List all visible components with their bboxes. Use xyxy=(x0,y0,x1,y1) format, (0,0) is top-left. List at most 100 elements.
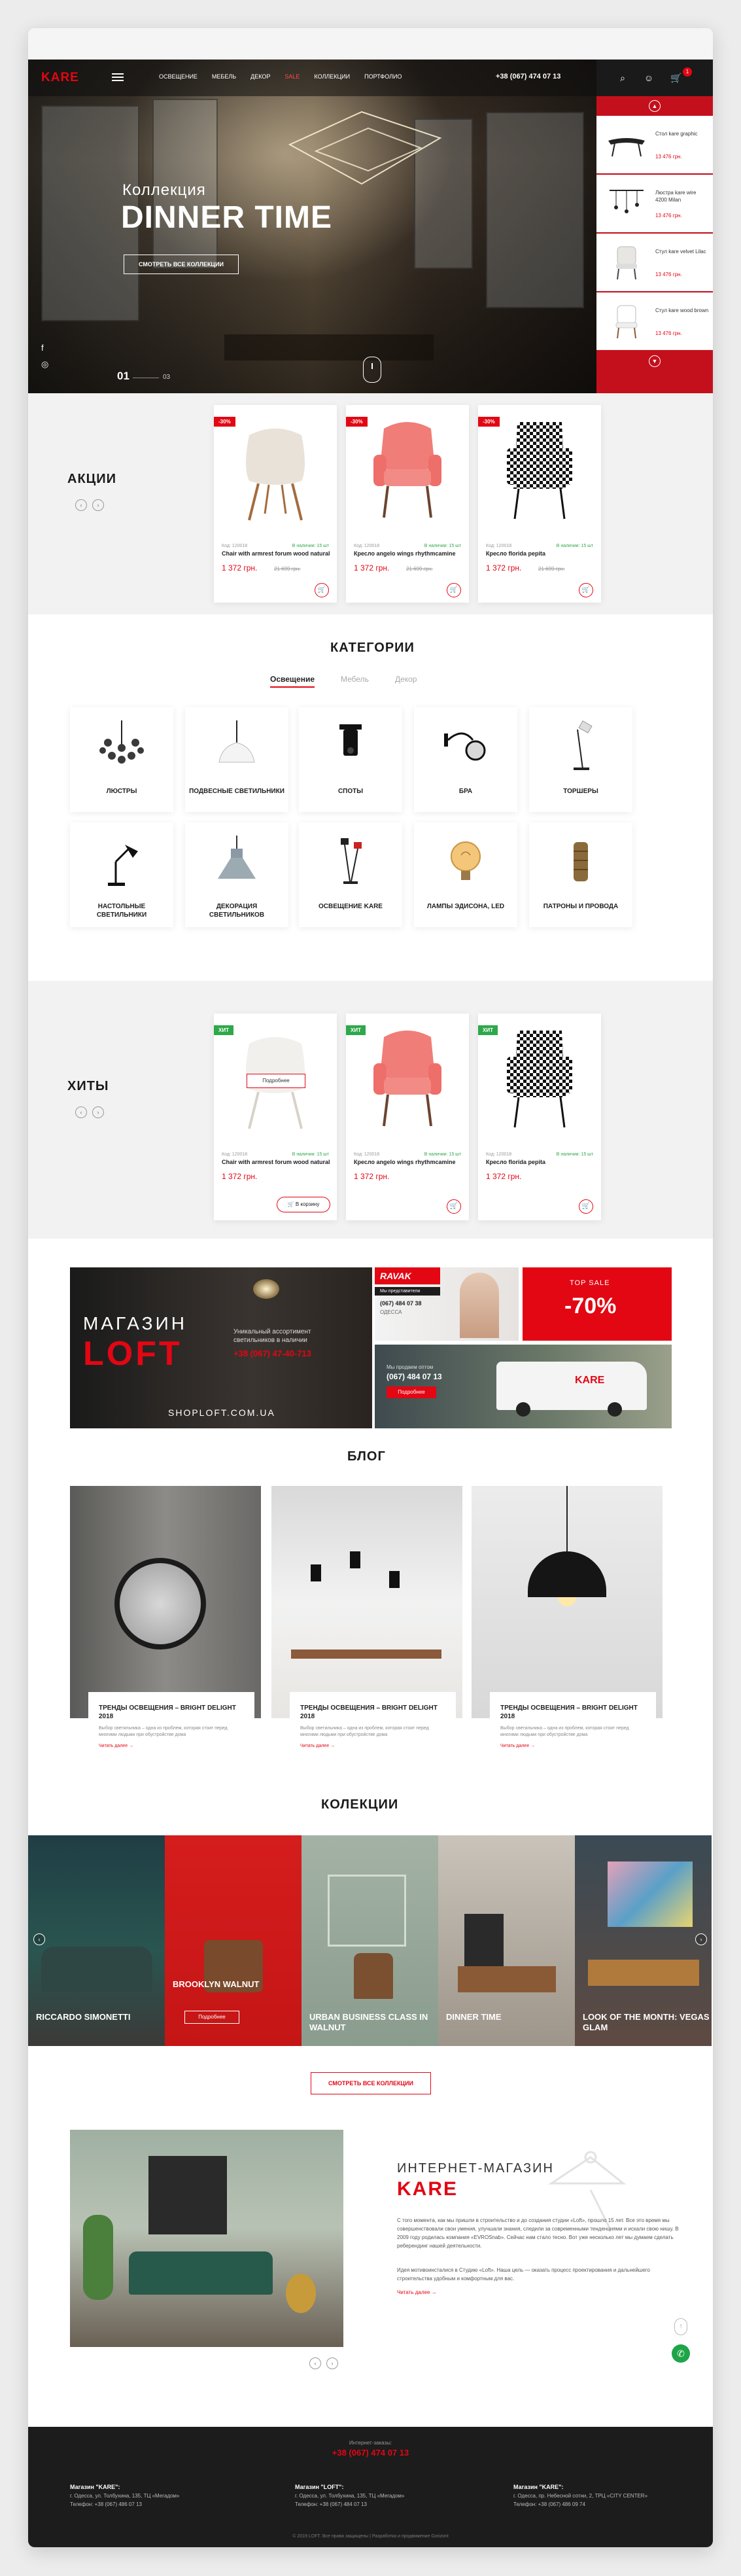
arrow-right-icon: → xyxy=(431,2289,437,2295)
tab-furniture[interactable]: Мебель xyxy=(341,675,369,688)
product-card[interactable]: -30% Код: 120018 В наличии: 15 шт Кресло… xyxy=(346,405,469,603)
top-sale-banner[interactable]: TOP SALE -70% xyxy=(523,1267,672,1341)
collections-next-arrow[interactable]: › xyxy=(695,1933,707,1945)
product-old-price: 21 699 грн. xyxy=(406,566,433,572)
add-to-cart-icon[interactable]: 🛒 xyxy=(579,1199,593,1214)
loft-banner[interactable]: МАГАЗИН LOFT Уникальный ассортимент свет… xyxy=(70,1267,372,1428)
hero-subtitle: Коллекция xyxy=(122,181,206,199)
collections-prev-arrow[interactable]: ‹ xyxy=(33,1933,45,1945)
product-name[interactable]: Chair with armrest forum wood natural xyxy=(222,550,330,557)
hits-next-arrow[interactable]: › xyxy=(92,1106,104,1118)
category-chandeliers[interactable]: Люстры xyxy=(70,707,173,812)
read-more-link[interactable]: Читать далее → xyxy=(500,1744,646,1748)
product-card[interactable]: -30% Код: 120018 В наличии: 15 шт Кресло… xyxy=(478,405,601,603)
about-prev-arrow[interactable]: ‹ xyxy=(309,2357,321,2369)
header-phone[interactable]: +38 (067) 474 07 13 xyxy=(496,73,560,80)
hits-prev-arrow[interactable]: ‹ xyxy=(75,1106,87,1118)
product-name[interactable]: Chair with armrest forum wood natural xyxy=(222,1159,330,1165)
read-more-link[interactable]: Читать далее → xyxy=(300,1744,445,1748)
category-sockets-wires[interactable]: Патроны и провода xyxy=(529,822,632,927)
add-to-cart-icon[interactable]: 🛒 xyxy=(447,583,461,597)
truck-details-button[interactable]: Подробнее xyxy=(387,1386,436,1398)
add-to-cart-icon[interactable]: 🛒 xyxy=(315,583,329,597)
product-name[interactable]: Кресло angelo wings rhythmcamine xyxy=(354,550,456,557)
blog-post-title[interactable]: Тренды освещения – bright delight 2018 xyxy=(300,1704,445,1721)
blog-post-title[interactable]: Тренды освещения – bright delight 2018 xyxy=(500,1704,646,1721)
ravak-banner[interactable]: RAVAK Мы представители (067) 484 07 38 О… xyxy=(375,1267,519,1341)
all-collections-button[interactable]: Смотреть все коллекции xyxy=(311,2072,431,2094)
category-kare-lighting[interactable]: Освещение Kare xyxy=(299,822,402,927)
hero-collections-button[interactable]: Смотреть все коллекции xyxy=(124,255,239,274)
collection-item[interactable]: Brooklyn Walnut Подробнее xyxy=(165,1835,302,2046)
category-table-lamps[interactable]: Настольные светильники xyxy=(70,822,173,927)
product-card[interactable]: -30% Код: 120018 В наличии: 15 шт Chair … xyxy=(214,405,337,603)
instagram-icon[interactable]: ◎ xyxy=(41,359,48,370)
hits-section: Хиты ‹ › ХИТ Подробнее Код: 120018 В нал… xyxy=(28,981,713,1239)
nav-collections[interactable]: Коллекции xyxy=(314,73,350,80)
scroll-down-icon[interactable] xyxy=(363,357,381,383)
side-prev-arrow[interactable]: ▲ xyxy=(649,100,661,112)
side-next-arrow[interactable]: ▼ xyxy=(649,355,661,367)
about-next-arrow[interactable]: › xyxy=(326,2357,338,2369)
category-label: Подвесные светильники xyxy=(189,788,284,795)
logo[interactable]: KARE xyxy=(41,71,79,85)
footer-store-phone[interactable]: Телефон: +38 (067) 486 09 74 xyxy=(513,2500,670,2509)
product-name[interactable]: Кресло florida pepita xyxy=(486,550,545,557)
quick-view-button[interactable]: Подробнее xyxy=(247,1074,305,1088)
menu-icon[interactable] xyxy=(112,73,124,81)
blog-post[interactable]: Тренды освещения – bright delight 2018 Вы… xyxy=(70,1486,261,1758)
product-card[interactable]: ХИТ Код: 120018 В наличии: 15 шт Кресло … xyxy=(478,1014,601,1220)
cart-icon[interactable]: 🛒 xyxy=(670,71,683,84)
product-name[interactable]: Кресло florida pepita xyxy=(486,1159,545,1165)
read-more-link[interactable]: Читать далее → xyxy=(99,1744,244,1748)
footer-phone[interactable]: +38 (067) 474 07 13 xyxy=(28,2448,713,2458)
sales-next-arrow[interactable]: › xyxy=(92,499,104,511)
ravak-city: ОДЕССА xyxy=(380,1309,402,1315)
nav-furniture[interactable]: Мебель xyxy=(212,73,236,80)
wholesale-banner[interactable]: Мы продаем оптом (067) 484 07 13 Подробн… xyxy=(375,1345,672,1428)
sales-prev-arrow[interactable]: ‹ xyxy=(75,499,87,511)
tab-lighting[interactable]: Освещение xyxy=(270,675,315,688)
collection-item[interactable]: Riccardo Simonetti xyxy=(28,1835,165,2046)
blog-post[interactable]: Тренды освещения – bright delight 2018 Вы… xyxy=(271,1486,462,1758)
category-tabs: Освещение Мебель Декор xyxy=(270,675,417,688)
category-edison-bulbs[interactable]: Лампы эдисона, LED xyxy=(414,822,517,927)
collection-item[interactable]: Look of the Month: Vegas Glam xyxy=(575,1835,712,2046)
side-product[interactable]: Стул kare wood brown 13 476 грн. xyxy=(596,292,713,350)
category-spots[interactable]: Споты xyxy=(299,707,402,812)
add-to-cart-icon[interactable]: 🛒 xyxy=(447,1199,461,1214)
facebook-icon[interactable]: f xyxy=(41,343,44,353)
user-icon[interactable]: ☺ xyxy=(642,71,655,84)
side-product[interactable]: Люстра kare wire 4200 Milan 13 476 грн. xyxy=(596,175,713,232)
blog-post[interactable]: Тренды освещения – bright delight 2018 Вы… xyxy=(472,1486,663,1758)
side-product[interactable]: Стол kare graphic 13 476 грн. xyxy=(596,116,713,173)
blog-post-title[interactable]: Тренды освещения – bright delight 2018 xyxy=(99,1704,244,1721)
tab-decor[interactable]: Декор xyxy=(395,675,417,688)
footer-store-phone[interactable]: Телефон: +38 (067) 486 07 13 xyxy=(70,2500,227,2509)
add-to-cart-icon[interactable]: 🛒 xyxy=(579,583,593,597)
nav-portfolio[interactable]: Портфолио xyxy=(364,73,402,80)
scroll-top-icon[interactable]: ↑ xyxy=(674,2318,687,2335)
category-pendants[interactable]: Подвесные светильники xyxy=(185,707,288,812)
footer-store-phone[interactable]: Телефон: +38 (067) 484 07 13 xyxy=(295,2500,452,2509)
collection-item[interactable]: Urban Business Class in Walnut xyxy=(302,1835,438,2046)
product-name[interactable]: Кресло angelo wings rhythmcamine xyxy=(354,1159,456,1165)
category-floor-lamps[interactable]: Торшеры xyxy=(529,707,632,812)
category-lamp-decor[interactable]: Декорация светильников xyxy=(185,822,288,927)
collection-item[interactable]: Dinner Time xyxy=(438,1835,575,2046)
search-icon[interactable]: ⌕ xyxy=(616,71,629,84)
add-to-cart-button[interactable]: 🛒 В корзину xyxy=(277,1197,330,1212)
loft-site[interactable]: SHOPLOFT.COM.UA xyxy=(168,1407,275,1418)
about-read-more[interactable]: Читать далее → xyxy=(397,2289,437,2295)
nav-lighting[interactable]: Освещение xyxy=(159,73,198,80)
whatsapp-icon[interactable]: ✆ xyxy=(672,2344,690,2363)
category-sconces[interactable]: Бра xyxy=(414,707,517,812)
product-card[interactable]: ХИТ Код: 120018 В наличии: 15 шт Кресло … xyxy=(346,1014,469,1220)
side-product-price: 13 476 грн. xyxy=(655,330,682,336)
collections-strip: Riccardo Simonetti Brooklyn Walnut Подроб… xyxy=(28,1835,713,2046)
side-product[interactable]: Стул kare velvet Lilac 13 476 грн. xyxy=(596,234,713,291)
nav-sale[interactable]: Sale xyxy=(284,73,300,80)
product-card[interactable]: ХИТ Подробнее Код: 120018 В наличии: 15 … xyxy=(214,1014,337,1220)
nav-decor[interactable]: Декор xyxy=(250,73,270,80)
collection-details-button[interactable]: Подробнее xyxy=(184,2011,239,2024)
